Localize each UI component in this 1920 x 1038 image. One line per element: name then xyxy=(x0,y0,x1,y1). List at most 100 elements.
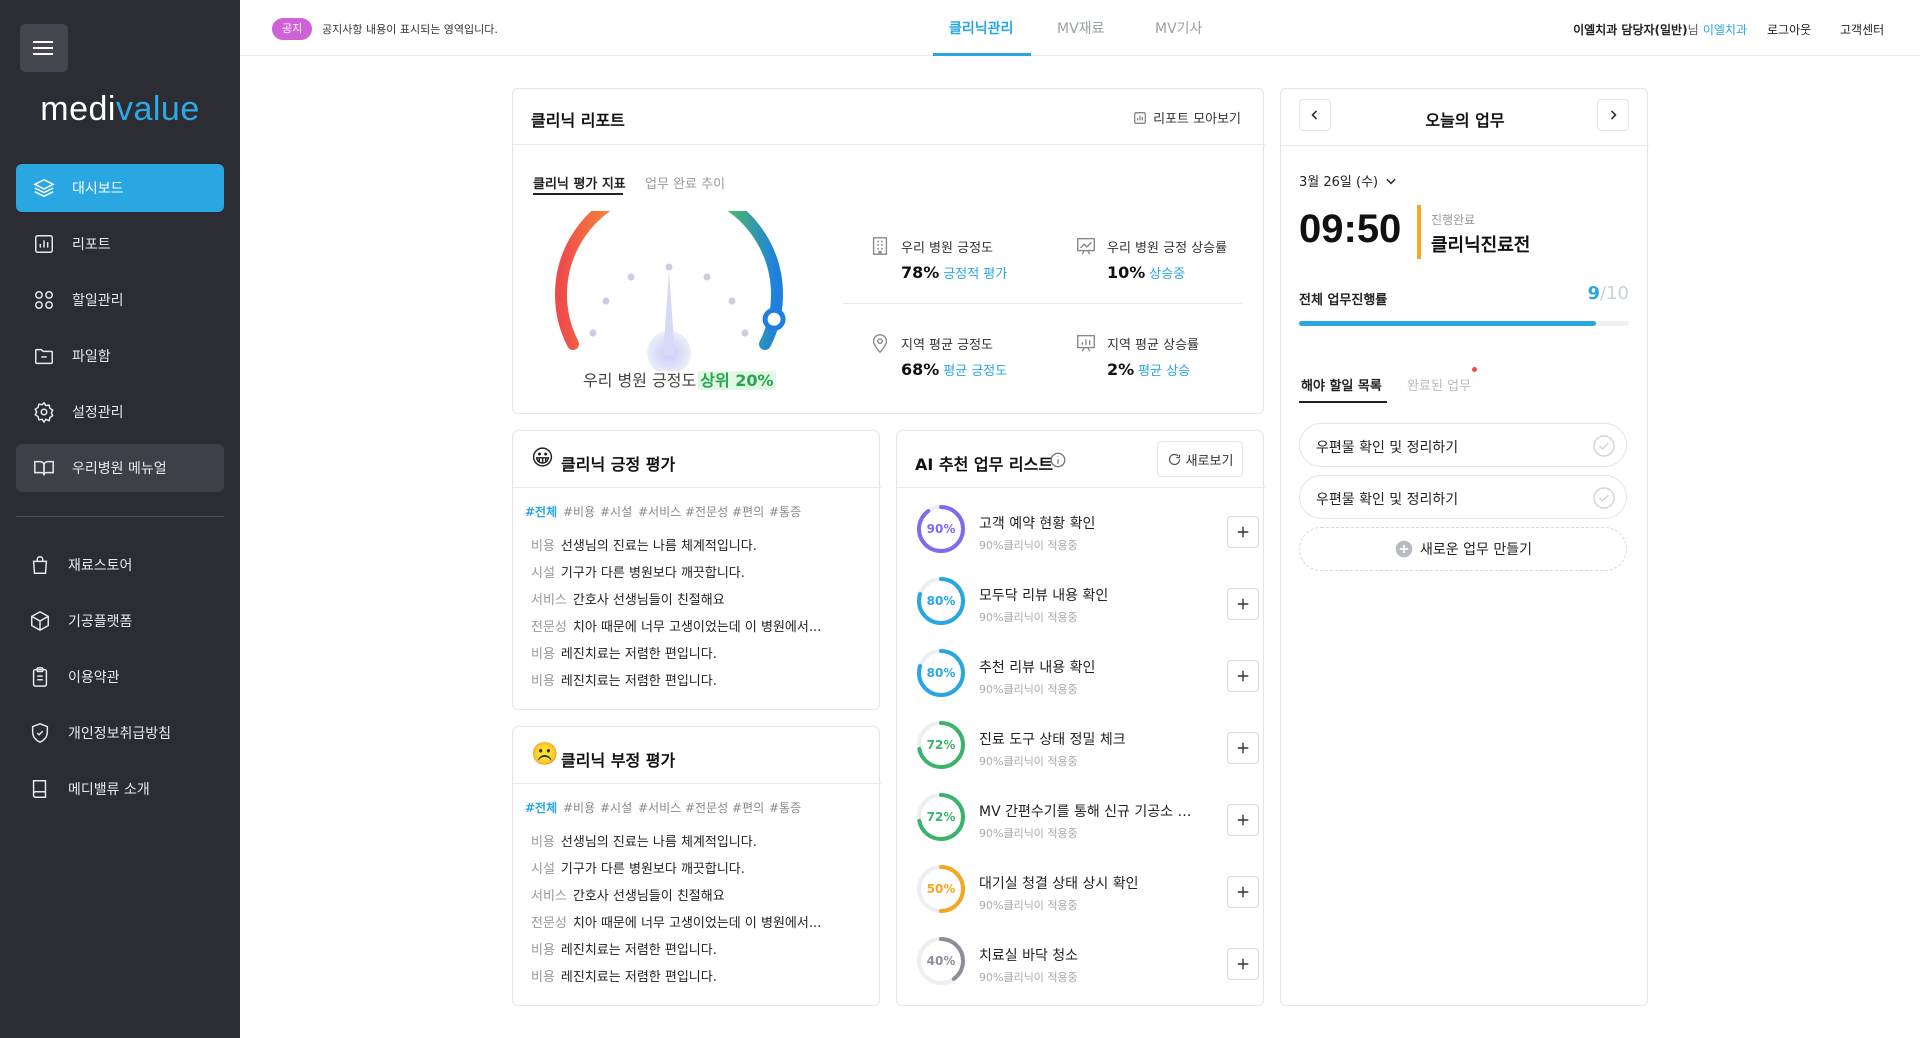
ai-task-title[interactable]: 진료 도구 상태 정밀 체크 xyxy=(979,729,1194,749)
sidebar-item-settings[interactable]: 설정관리 xyxy=(16,388,224,436)
sidebar-link-about[interactable]: 메디밸류 소개 xyxy=(28,774,150,804)
review-item[interactable]: 비용 레진치료는 저렴한 편입니다. xyxy=(531,643,717,662)
info-icon[interactable] xyxy=(1049,451,1067,469)
tab-mv-articles[interactable]: MV기사 xyxy=(1155,18,1202,38)
gauge-rank-badge: 상위 20% xyxy=(698,371,776,390)
metric-number: 78% xyxy=(901,263,940,282)
add-task-button[interactable] xyxy=(1227,588,1259,620)
tag-filter[interactable]: #시설 xyxy=(600,799,632,816)
review-item[interactable]: 시설 기구가 다른 병원보다 깨끗합니다. xyxy=(531,562,745,581)
metric-value: 68% 평균 긍정도 xyxy=(901,360,1007,379)
ai-task-title[interactable]: 고객 예약 현황 확인 xyxy=(979,513,1194,533)
review-category: 전문성 xyxy=(531,916,567,931)
tag-filter[interactable]: #편의 xyxy=(732,799,764,816)
add-task-button[interactable] xyxy=(1227,660,1259,692)
todo-item[interactable]: 우편물 확인 및 정리하기 xyxy=(1299,423,1627,467)
tag-filter[interactable]: #전문성 xyxy=(685,799,728,816)
metric-value: 78% 긍정적 평가 xyxy=(901,263,1007,282)
hamburger-menu-button[interactable] xyxy=(20,24,68,72)
sidebar-link-terms[interactable]: 이용약관 xyxy=(28,662,120,692)
add-task-button[interactable] xyxy=(1227,732,1259,764)
check-circle-icon[interactable] xyxy=(1592,486,1616,510)
notice-text[interactable]: 공지사항 내용이 표시되는 영역입니다. xyxy=(322,21,498,37)
map-pin-icon xyxy=(872,334,888,354)
review-item[interactable]: 전문성 치아 때문에 너무 고생이었는데 이 병원에서... xyxy=(531,912,821,931)
sidebar-link-store[interactable]: 재료스토어 xyxy=(28,550,132,580)
tag-filter[interactable]: #전체 xyxy=(525,799,557,816)
sidebar-link-lab-platform[interactable]: 기공플랫폼 xyxy=(28,606,132,636)
review-item[interactable]: 서비스 간호사 선생님들이 친절해요 xyxy=(531,589,725,608)
tag-filter[interactable]: #시설 xyxy=(600,503,632,520)
ai-task-title[interactable]: 모두닥 리뷰 내용 확인 xyxy=(979,585,1194,605)
review-item[interactable]: 비용 레진치료는 저렴한 편입니다. xyxy=(531,670,717,689)
ai-task-title[interactable]: 대기실 청결 상태 상시 확인 xyxy=(979,873,1194,893)
logout-link[interactable]: 로그아웃 xyxy=(1767,21,1811,38)
ai-task-title[interactable]: 추천 리뷰 내용 확인 xyxy=(979,657,1194,677)
tab-clinic-management[interactable]: 클리닉관리 xyxy=(949,18,1013,38)
tag-filter[interactable]: #통증 xyxy=(769,799,801,816)
tag-filter[interactable]: #서비스 xyxy=(638,799,681,816)
review-item[interactable]: 비용 레진치료는 저렴한 편입니다. xyxy=(531,939,717,958)
plus-icon xyxy=(1237,526,1249,538)
tag-filter[interactable]: #비용 xyxy=(563,503,595,520)
review-item[interactable]: 시설 기구가 다른 병원보다 깨끗합니다. xyxy=(531,858,745,877)
tag-filter[interactable]: #비용 xyxy=(563,799,595,816)
sidebar-item-manual[interactable]: 우리병원 메뉴얼 xyxy=(16,444,224,492)
review-item[interactable]: 비용 선생님의 진료는 나름 체계적입니다. xyxy=(531,831,757,850)
next-day-button[interactable] xyxy=(1597,99,1629,131)
review-category: 서비스 xyxy=(531,889,567,904)
tag-filter[interactable]: #전체 xyxy=(525,503,557,520)
date-selector[interactable]: 3월 26일 (수) xyxy=(1299,171,1398,190)
smile-emoji-icon: 😀 xyxy=(531,446,554,471)
tag-filter[interactable]: #서비스 xyxy=(638,503,681,520)
sidebar-item-report[interactable]: 리포트 xyxy=(16,220,224,268)
adoption-ring: 90% xyxy=(917,505,965,553)
add-task-button[interactable] xyxy=(1227,516,1259,548)
tag-filter[interactable]: #편의 xyxy=(732,503,764,520)
tab-completion-trend[interactable]: 업무 완료 추이 xyxy=(645,173,725,192)
date-label: 3월 26일 (수) xyxy=(1299,175,1379,190)
new-task-label: 새로운 업무 만들기 xyxy=(1420,542,1532,558)
tag-filter[interactable]: #전문성 xyxy=(685,503,728,520)
tab-mv-materials[interactable]: MV재료 xyxy=(1057,18,1104,38)
review-category: 시설 xyxy=(531,862,555,877)
plus-icon xyxy=(1237,886,1249,898)
sidebar-link-label: 기공플랫폼 xyxy=(68,614,133,630)
user-clinic[interactable]: 이엘치과 xyxy=(1703,23,1747,37)
add-task-button[interactable] xyxy=(1227,876,1259,908)
tab-evaluation-index[interactable]: 클리닉 평가 지표 xyxy=(533,173,626,192)
ai-task-title[interactable]: 치료실 바닥 청소 xyxy=(979,945,1194,965)
review-item[interactable]: 비용 레진치료는 저렴한 편입니다. xyxy=(531,966,717,985)
report-collect-button[interactable]: 리포트 모아보기 xyxy=(1133,108,1241,127)
current-time: 09:50 xyxy=(1299,207,1402,251)
user-name: 이엘치과 담당자(일반) xyxy=(1573,23,1688,37)
tab-todo-list[interactable]: 해야 할일 목록 xyxy=(1301,375,1382,394)
clinic-report-card: 클리닉 리포트 리포트 모아보기 클리닉 평가 지표 업무 완료 추이 우리 병… xyxy=(512,88,1265,414)
review-item[interactable]: 서비스 간호사 선생님들이 친절해요 xyxy=(531,885,725,904)
tag-filter[interactable]: #통증 xyxy=(769,503,801,520)
check-circle-icon[interactable] xyxy=(1592,434,1616,458)
sidebar-item-dashboard[interactable]: 대시보드 xyxy=(16,164,224,212)
ai-task-item: 80% 추천 리뷰 내용 확인 90%클리닉이 적용중 xyxy=(915,647,1259,707)
new-task-button[interactable]: 새로운 업무 만들기 xyxy=(1299,527,1627,571)
medivalue-logo[interactable]: medivalue xyxy=(0,90,240,130)
add-task-button[interactable] xyxy=(1227,948,1259,980)
review-item[interactable]: 비용 선생님의 진료는 나름 체계적입니다. xyxy=(531,535,757,554)
metric-label: 우리 병원 긍정도 xyxy=(901,241,993,256)
sidebar-item-files[interactable]: 파일함 xyxy=(16,332,224,380)
review-item[interactable]: 전문성 치아 때문에 너무 고생이었는데 이 병원에서... xyxy=(531,616,821,635)
ai-task-item: 40% 치료실 바닥 청소 90%클리닉이 적용중 xyxy=(915,935,1259,995)
todo-item[interactable]: 우편물 확인 및 정리하기 xyxy=(1299,475,1627,519)
sidebar-link-label: 이용약관 xyxy=(68,670,120,686)
add-task-button[interactable] xyxy=(1227,804,1259,836)
ai-task-title[interactable]: MV 간편수기를 통해 신규 기공소 매... xyxy=(979,801,1194,821)
tab-done-list[interactable]: 완료된 업무 xyxy=(1407,375,1471,394)
sidebar-link-privacy[interactable]: 개인정보취급방침 xyxy=(28,718,171,748)
refresh-button[interactable]: 새로보기 xyxy=(1157,441,1243,477)
sidebar-item-todo[interactable]: 할일관리 xyxy=(16,276,224,324)
layers-icon xyxy=(32,176,56,200)
report-collect-label: 리포트 모아보기 xyxy=(1153,112,1241,127)
status-big: 클리닉진료전 xyxy=(1431,235,1531,256)
review-text: 치아 때문에 너무 고생이었는데 이 병원에서... xyxy=(572,620,822,635)
support-link[interactable]: 고객센터 xyxy=(1840,21,1884,38)
